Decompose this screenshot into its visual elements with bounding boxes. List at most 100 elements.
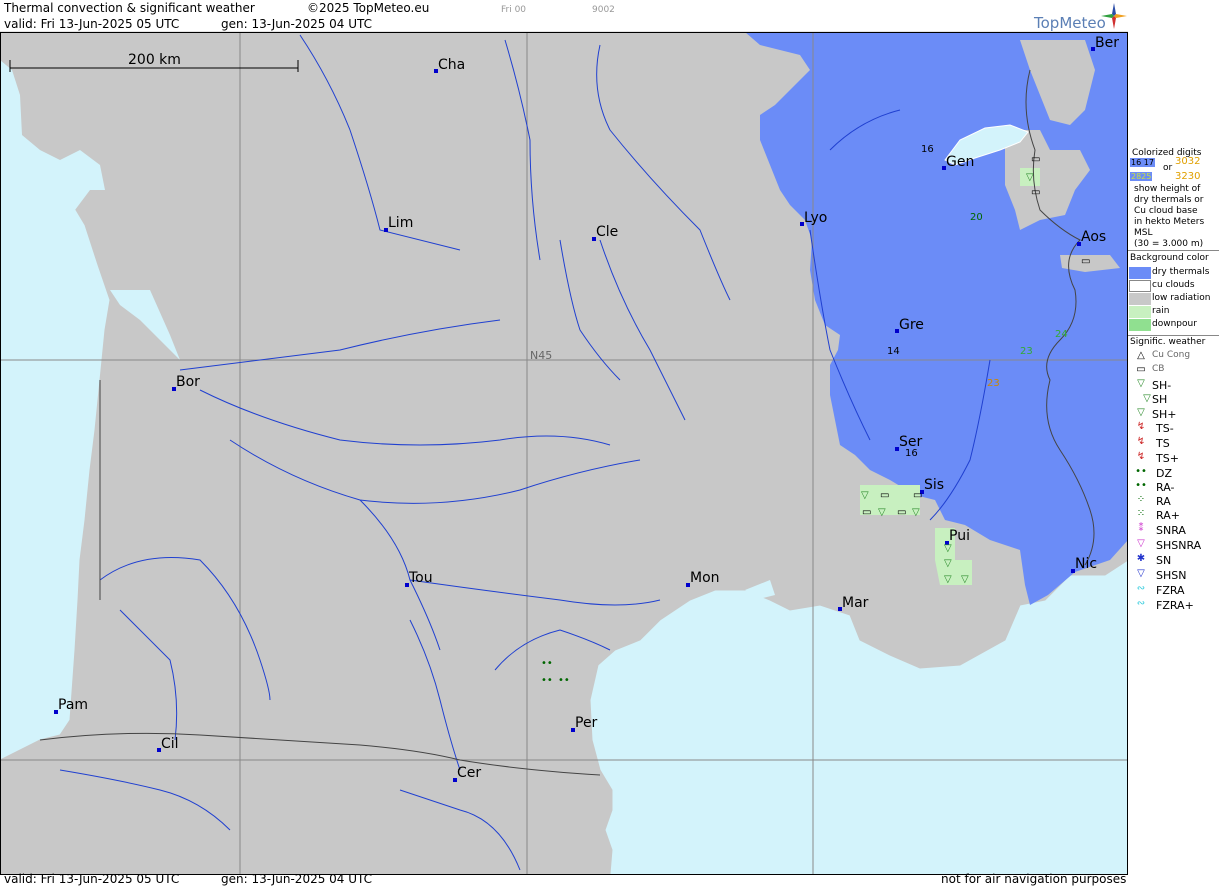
thermal-digit: 14	[887, 346, 900, 357]
legend-sig-item: RA+	[1156, 509, 1180, 522]
legend-sig-item: RA	[1156, 495, 1171, 508]
rain-icon: ⁘	[1136, 494, 1146, 505]
legend-desc: (30 = 3.000 m)	[1134, 239, 1204, 249]
legend-sig-title: Signific. weather	[1130, 337, 1206, 347]
city-label[interactable]: Bor	[176, 374, 200, 390]
city-label[interactable]: Per	[575, 715, 598, 731]
shower-icon: ▽	[944, 543, 952, 554]
legend-bg-title: Background color	[1130, 253, 1209, 263]
legend-sig-item: CB	[1152, 364, 1165, 374]
legend-sig-item: DZ	[1156, 467, 1173, 480]
freezing-rain-heavy-icon: ∾	[1136, 598, 1146, 609]
legend-sig-item: FZRA	[1156, 584, 1185, 597]
freezing-rain-icon: ∾	[1136, 583, 1146, 594]
city-label[interactable]: Cil	[161, 736, 179, 752]
swatch-cu-clouds	[1129, 280, 1151, 292]
shower-snow-icon: ▽	[1137, 568, 1145, 579]
legend-sig-item: SH-	[1152, 379, 1172, 392]
generated-time: gen: 13-Jun-2025 04 UTC	[221, 17, 373, 31]
thermal-digit: 20	[970, 212, 983, 223]
shower-icon: ▽	[1026, 172, 1034, 183]
drizzle-icon: ••	[541, 658, 553, 669]
valid-time: valid: Fri 13-Jun-2025 05 UTC	[4, 17, 180, 31]
shower-icon: ▽	[961, 574, 969, 585]
legend-sig-item: Cu Cong	[1152, 350, 1191, 360]
cu-cong-icon: △	[1137, 350, 1145, 361]
city-label[interactable]: Pui	[949, 528, 970, 544]
thunderstorm-icon: ↯	[1136, 436, 1146, 447]
thermal-digit: 16	[905, 448, 918, 459]
shower-icon: ▽	[912, 507, 920, 518]
cb-icon: ▭	[1031, 187, 1040, 198]
rain-light-icon: ••	[1135, 480, 1147, 491]
thermal-digit: 24	[1055, 329, 1068, 340]
city-label[interactable]: Ber	[1095, 35, 1119, 51]
shower-light-icon: ▽	[1137, 378, 1145, 389]
swatch-dry-thermals	[1129, 267, 1151, 279]
drizzle-icon: ••	[558, 675, 570, 686]
city-label[interactable]: Mar	[842, 595, 869, 611]
frame-day: Fri 00	[501, 5, 527, 15]
shower-icon: ▽	[944, 558, 952, 569]
city-label[interactable]: Cle	[596, 224, 618, 240]
legend-bg-item: low radiation	[1152, 293, 1211, 303]
cb-icon: ▭	[897, 507, 906, 518]
legend-or: or	[1163, 163, 1173, 173]
compass-star-icon	[1101, 3, 1127, 29]
legend-desc: dry thermals or	[1134, 195, 1204, 205]
legend-sig-item: FZRA+	[1156, 599, 1194, 612]
shower-heavy-icon: ▽	[1137, 407, 1145, 418]
city-label[interactable]: Lyo	[804, 210, 827, 226]
scale-label: 200 km	[128, 52, 181, 68]
legend-desc: show height of	[1134, 184, 1201, 194]
legend-bg-item: cu clouds	[1152, 280, 1195, 290]
legend-sig-item: TS	[1156, 437, 1170, 450]
rain-heavy-icon: ⁙	[1136, 508, 1146, 519]
cb-icon: ▭	[1136, 364, 1146, 375]
footer-generated-time: gen: 13-Jun-2025 04 UTC	[221, 872, 373, 886]
cb-icon: ▭	[913, 490, 922, 501]
city-label[interactable]: Gre	[899, 317, 924, 333]
shower-icon: ▽	[944, 574, 952, 585]
footer-valid-time: valid: Fri 13-Jun-2025 05 UTC	[4, 872, 180, 886]
legend-sig-item: TS-	[1156, 422, 1174, 435]
legend-sample-orange2: 3230	[1175, 171, 1201, 182]
legend-desc: Cu cloud base	[1134, 206, 1198, 216]
city-label[interactable]: Cer	[457, 765, 481, 781]
drizzle-icon: ••	[541, 675, 553, 686]
legend-sig-item: SHSNRA	[1156, 539, 1202, 552]
thermal-digit: 23	[987, 378, 1000, 389]
city-label[interactable]: Sis	[924, 477, 944, 493]
shower-icon: ▽	[878, 507, 886, 518]
legend-sig-item: SN	[1156, 554, 1172, 567]
weather-map[interactable]: 200 km N45 Cha Ber Gen Lim Cle Lyo Aos G…	[0, 0, 1128, 887]
city-label[interactable]: Lim	[388, 215, 413, 231]
city-label[interactable]: Cha	[438, 57, 465, 73]
city-label[interactable]: Tou	[408, 570, 433, 586]
topmeteo-logo[interactable]: TopMeteo	[1034, 14, 1106, 32]
legend-desc: MSL	[1134, 228, 1153, 238]
legend-bg-item: downpour	[1152, 319, 1197, 329]
legend-desc: in hekto Meters	[1134, 217, 1205, 227]
swatch-downpour	[1129, 319, 1151, 331]
legend-sig-item: SNRA	[1156, 524, 1186, 537]
navigation-disclaimer: not for air navigation purposes	[941, 872, 1127, 886]
cb-icon: ▭	[880, 490, 889, 501]
city-label[interactable]: Mon	[690, 570, 720, 586]
legend-sample-orange: 3032	[1175, 156, 1201, 167]
thermal-digit: 23	[1020, 346, 1033, 357]
thunderstorm-heavy-icon: ↯	[1136, 451, 1146, 462]
thunderstorm-light-icon: ↯	[1136, 421, 1146, 432]
legend-sig-item: SH	[1152, 393, 1168, 406]
legend-sig-item: TS+	[1156, 452, 1179, 465]
legend-sig-item: SHSN	[1156, 569, 1187, 582]
map-title: Thermal convection & significant weather	[4, 1, 255, 15]
latitude-label: N45	[530, 349, 552, 362]
city-label[interactable]: Nic	[1075, 556, 1097, 572]
city-label[interactable]: Pam	[58, 697, 88, 713]
snow-icon: ✱	[1136, 553, 1146, 564]
city-label[interactable]: Gen	[946, 154, 974, 170]
drizzle-icon: ••	[1135, 466, 1147, 477]
cb-icon: ▭	[1031, 154, 1040, 165]
city-label[interactable]: Aos	[1081, 229, 1106, 245]
